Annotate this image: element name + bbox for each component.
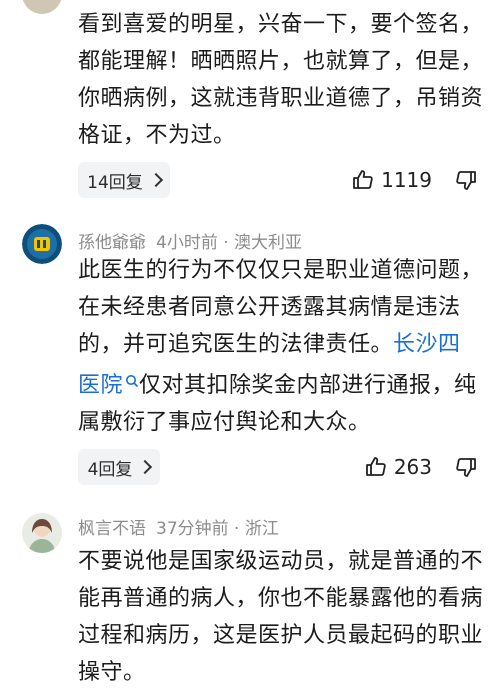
location: 澳大利亚 [234, 233, 303, 253]
username[interactable]: 枫言不语 [78, 519, 146, 539]
chevron-right-icon [138, 459, 153, 475]
thumbs-down-icon[interactable] [454, 455, 478, 479]
thumbs-down-icon[interactable] [454, 168, 478, 192]
reply-button[interactable]: 14回复 [78, 162, 170, 198]
search-icon[interactable] [125, 363, 139, 388]
location: 浙江 [244, 519, 279, 539]
comment-actions: 263 [364, 449, 478, 485]
comment-meta: 孫他爺爺 4小时前 · 澳大利亚 [78, 228, 302, 253]
comment-text: 不要说他是国家级运动员，就是普通的不能再普通的病人，你也不能暴露他的看病过程和病… [78, 549, 484, 685]
comment-text: 此医生的行为不仅仅只是职业道德问题，在未经患者同意公开透露其病情是违法的，并可追… [78, 252, 483, 441]
separator: · [223, 233, 229, 253]
reply-label: 14回复 [87, 172, 143, 193]
thumbs-up-icon[interactable] [351, 168, 375, 192]
thumbs-up-icon[interactable] [364, 455, 388, 479]
chevron-right-icon [148, 172, 163, 188]
separator: · [234, 519, 240, 539]
username[interactable]: 孫他爺爺 [78, 233, 146, 253]
comment-text: 看到喜爱的明星，兴奋一下，要个签名，都能理解！晒晒照片，也就算了，但是，你晒病例… [78, 12, 484, 148]
reply-label: 4回复 [87, 459, 133, 480]
comment-meta: 枫言不语 37分钟前 · 浙江 [78, 514, 279, 539]
timestamp: 37分钟前 [156, 519, 229, 539]
avatar[interactable] [22, 224, 62, 264]
avatar[interactable] [22, 513, 62, 553]
avatar[interactable] [22, 0, 62, 14]
reply-button[interactable]: 4回复 [78, 449, 160, 485]
like-count: 263 [393, 455, 432, 479]
like-count: 1119 [381, 168, 432, 192]
timestamp: 4小时前 [156, 233, 218, 253]
comment-actions: 1119 [351, 162, 478, 198]
